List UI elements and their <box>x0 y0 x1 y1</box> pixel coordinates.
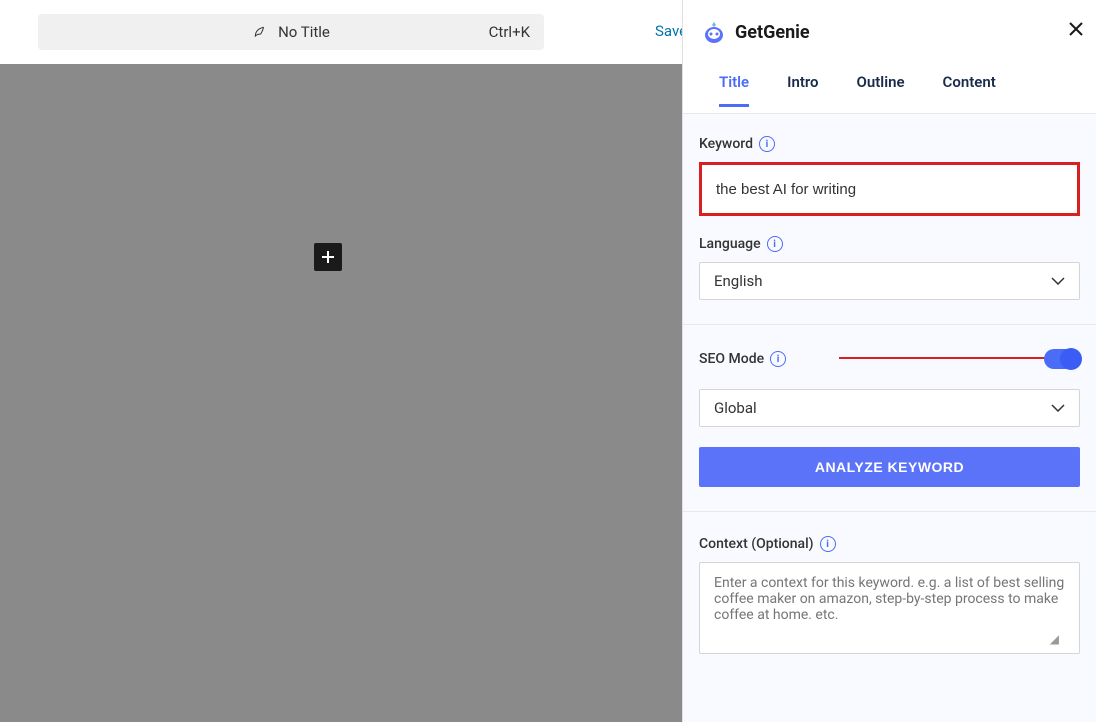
seo-mode-row: SEO Mode i <box>699 349 1080 369</box>
region-field: Global <box>699 389 1080 427</box>
keyword-label: Keyword i <box>699 136 1080 152</box>
brand-logo: GetGenie <box>701 19 810 45</box>
tab-title[interactable]: Title <box>719 73 749 105</box>
chevron-down-icon <box>1051 400 1065 416</box>
tab-outline[interactable]: Outline <box>857 73 905 105</box>
arrow-annotation <box>839 357 1077 361</box>
language-value: English <box>714 272 763 290</box>
keyword-input[interactable] <box>699 162 1080 216</box>
info-icon[interactable]: i <box>770 351 786 367</box>
panel-header: GetGenie <box>683 0 1096 64</box>
region-value: Global <box>714 399 757 417</box>
context-textarea[interactable] <box>699 562 1080 654</box>
language-label: Language i <box>699 236 1080 252</box>
divider <box>683 324 1096 325</box>
tab-bar: Title Intro Outline Content <box>683 64 1096 114</box>
document-title: No Title <box>278 23 330 41</box>
seo-mode-label: SEO Mode i <box>699 351 786 367</box>
info-icon[interactable]: i <box>767 236 783 252</box>
editor-pane: No Title Ctrl+K Save <box>0 0 682 722</box>
panel-body: Keyword i Language i English SEO Mode i <box>683 114 1096 722</box>
close-button[interactable] <box>1068 20 1084 43</box>
analyze-keyword-button[interactable]: ANALYZE KEYWORD <box>699 447 1080 487</box>
analyze-field: ANALYZE KEYWORD <box>699 447 1080 487</box>
leaf-icon <box>252 22 268 42</box>
keyword-field: Keyword i <box>699 136 1080 216</box>
plus-icon <box>320 249 336 265</box>
add-block-button[interactable] <box>314 243 342 271</box>
language-select[interactable]: English <box>699 262 1080 300</box>
tab-content[interactable]: Content <box>943 73 996 105</box>
context-label: Context (Optional) i <box>699 536 1080 552</box>
close-icon <box>1068 21 1084 37</box>
editor-canvas[interactable] <box>0 64 682 722</box>
genie-icon <box>701 19 727 45</box>
tab-intro[interactable]: Intro <box>787 73 818 105</box>
language-field: Language i English <box>699 236 1080 300</box>
info-icon[interactable]: i <box>820 536 836 552</box>
title-bar[interactable]: No Title Ctrl+K <box>38 14 544 50</box>
brand-name: GetGenie <box>735 22 810 43</box>
context-field: Context (Optional) i ◢ <box>699 536 1080 658</box>
info-icon[interactable]: i <box>759 136 775 152</box>
divider <box>683 511 1096 512</box>
chevron-down-icon <box>1051 273 1065 289</box>
seo-mode-toggle[interactable] <box>1044 349 1080 369</box>
keyboard-shortcut: Ctrl+K <box>489 23 530 41</box>
region-select[interactable]: Global <box>699 389 1080 427</box>
getgenie-panel: GetGenie Title Intro Outline Content Key… <box>682 0 1096 722</box>
